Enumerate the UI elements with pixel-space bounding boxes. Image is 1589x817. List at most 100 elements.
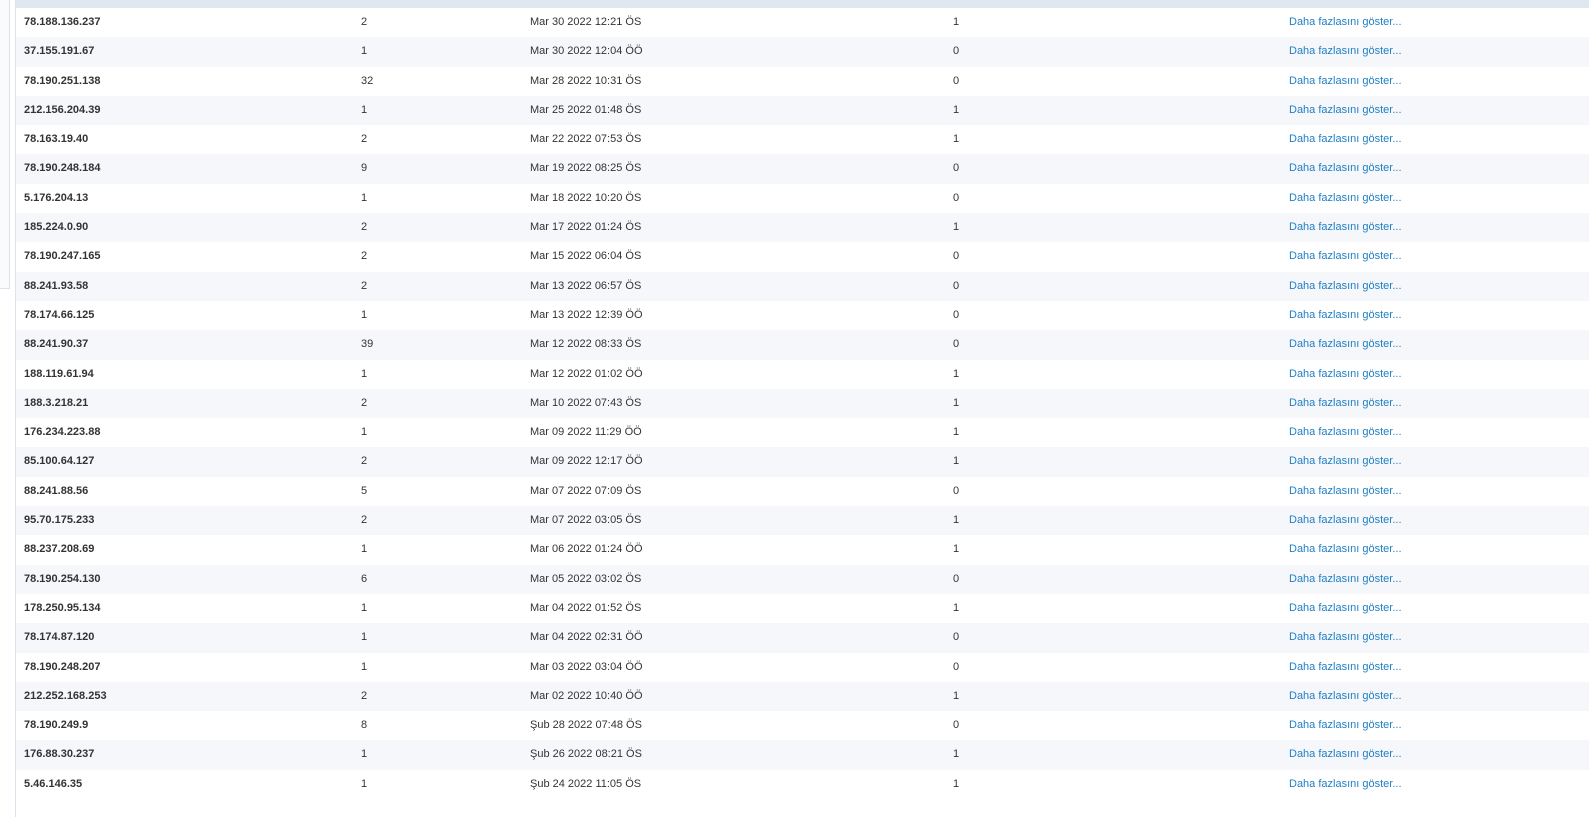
- visit-count-cell: 1: [361, 601, 368, 614]
- last-visit-date-cell: Mar 22 2022 07:53 ÖS: [530, 133, 642, 146]
- left-rail: [0, 0, 14, 817]
- visit-count-cell: 2: [361, 16, 368, 28]
- ip-address-cell: 176.88.30.237: [24, 748, 95, 761]
- ip-address-cell: 78.190.249.9: [24, 719, 89, 732]
- table-row: 78.163.19.40 2 Mar 22 2022 07:53 ÖS 1 Daha f…: [16, 125, 1589, 155]
- table-row: 95.70.175.233 2 Mar 07 2022 03:05 ÖS 1 Daha …: [16, 506, 1589, 536]
- table-row: 78.188.136.237 2 Mar 30 2022 12:21 ÖS 1 Daha…: [16, 8, 1589, 38]
- ip-address-cell: 85.100.64.127: [24, 455, 95, 468]
- status-flag-cell: 0: [953, 572, 960, 585]
- visit-count-cell: 1: [361, 308, 368, 321]
- ip-address-cell: 188.119.61.94: [24, 367, 94, 380]
- ip-address-cell: 78.163.19.40: [24, 133, 89, 146]
- visit-count-cell: 1: [361, 543, 368, 556]
- show-more-link[interactable]: Daha fazlasını göster...: [1289, 565, 1402, 594]
- last-visit-date-cell: Mar 12 2022 01:02 ÖÖ: [530, 367, 643, 380]
- show-more-link[interactable]: Daha fazlasını göster...: [1289, 330, 1402, 359]
- ip-address-cell: 78.190.248.207: [24, 660, 101, 673]
- last-visit-date-cell: Mar 30 2022 12:04 ÖÖ: [530, 45, 643, 58]
- visit-count-cell: 1: [361, 367, 368, 380]
- ip-address-cell: 5.46.146.35: [24, 777, 83, 790]
- show-more-link[interactable]: Daha fazlasını göster...: [1289, 653, 1402, 682]
- visit-count-cell: 1: [361, 777, 368, 790]
- ip-address-cell: 78.190.251.138: [24, 74, 101, 87]
- visit-count-cell: 2: [361, 250, 368, 263]
- show-more-link[interactable]: Daha fazlasını göster...: [1289, 213, 1402, 242]
- last-visit-date-cell: Mar 25 2022 01:48 ÖS: [530, 103, 642, 116]
- visit-count-cell: 6: [361, 572, 368, 585]
- status-flag-cell: 0: [953, 279, 960, 292]
- show-more-link[interactable]: Daha fazlasını göster...: [1289, 96, 1402, 125]
- last-visit-date-cell: Mar 19 2022 08:25 ÖS: [530, 162, 642, 175]
- last-visit-date-cell: Mar 04 2022 01:52 ÖS: [530, 601, 642, 614]
- table-row: 78.174.87.120 1 Mar 04 2022 02:31 ÖÖ 0 Daha …: [16, 623, 1589, 653]
- show-more-link[interactable]: Daha fazlasını göster...: [1289, 623, 1402, 652]
- visit-count-cell: 39: [361, 338, 374, 351]
- show-more-link[interactable]: Daha fazlasını göster...: [1289, 594, 1402, 623]
- show-more-link[interactable]: Daha fazlasını göster...: [1289, 770, 1402, 799]
- last-visit-date-cell: Mar 10 2022 07:43 ÖS: [530, 396, 642, 409]
- table-row: 78.190.251.138 32 Mar 28 2022 10:31 ÖS 0 Dah…: [16, 66, 1589, 96]
- show-more-link[interactable]: Daha fazlasını göster...: [1289, 67, 1402, 96]
- show-more-link[interactable]: Daha fazlasını göster...: [1289, 301, 1402, 330]
- status-flag-cell: 1: [953, 777, 960, 790]
- last-visit-date-cell: Mar 12 2022 08:33 ÖS: [530, 338, 642, 351]
- show-more-link[interactable]: Daha fazlasını göster...: [1289, 37, 1402, 66]
- table-row: 185.224.0.90 2 Mar 17 2022 01:24 ÖS 1 Daha f…: [16, 213, 1589, 243]
- visit-count-cell: 8: [361, 719, 368, 732]
- ip-address-cell: 212.252.168.253: [24, 689, 107, 702]
- status-flag-cell: 0: [953, 74, 960, 87]
- status-flag-cell: 1: [953, 455, 960, 468]
- show-more-link[interactable]: Daha fazlasını göster...: [1289, 154, 1402, 183]
- ip-address-cell: 88.241.88.56: [24, 484, 89, 497]
- ip-address-cell: 178.250.95.134: [24, 601, 101, 614]
- visit-count-cell: 1: [361, 660, 368, 673]
- show-more-link[interactable]: Daha fazlasını göster...: [1289, 8, 1402, 37]
- visit-count-cell: 1: [361, 103, 368, 116]
- visit-count-cell: 2: [361, 689, 368, 702]
- show-more-link[interactable]: Daha fazlasını göster...: [1289, 184, 1402, 213]
- last-visit-date-cell: Mar 09 2022 12:17 ÖÖ: [530, 455, 643, 468]
- table-row: 78.190.248.184 9 Mar 19 2022 08:25 ÖS 0 Daha…: [16, 154, 1589, 184]
- table-row: 88.241.93.58 2 Mar 13 2022 06:57 ÖS 0 Daha f…: [16, 271, 1589, 301]
- table-row: 5.46.146.35 1 Şub 24 2022 11:05 ÖS 1 Daha fa…: [16, 769, 1589, 800]
- table-row: 37.155.191.67 1 Mar 30 2022 12:04 ÖÖ 0 Daha …: [16, 37, 1589, 67]
- show-more-link[interactable]: Daha fazlasını göster...: [1289, 242, 1402, 271]
- status-flag-cell: 0: [953, 660, 960, 673]
- show-more-link[interactable]: Daha fazlasını göster...: [1289, 360, 1402, 389]
- status-flag-cell: 0: [953, 191, 960, 204]
- show-more-link[interactable]: Daha fazlasını göster...: [1289, 740, 1402, 769]
- status-flag-cell: 1: [953, 367, 960, 380]
- last-visit-date-cell: Mar 05 2022 03:02 ÖS: [530, 572, 642, 585]
- last-visit-date-cell: Mar 09 2022 11:29 ÖÖ: [530, 426, 642, 439]
- status-flag-cell: 0: [953, 484, 960, 497]
- show-more-link[interactable]: Daha fazlasını göster...: [1289, 389, 1402, 418]
- ip-address-cell: 78.174.66.125: [24, 308, 95, 321]
- table-row: 78.174.66.125 1 Mar 13 2022 12:39 ÖÖ 0 Daha …: [16, 300, 1589, 331]
- ip-log-table: 78.188.136.237 2 Mar 30 2022 12:21 ÖS 1 Daha…: [15, 0, 1589, 817]
- ip-address-cell: 78.190.248.184: [24, 162, 101, 175]
- visit-count-cell: 32: [361, 74, 374, 87]
- ip-address-cell: 37.155.191.67: [24, 45, 95, 58]
- show-more-link[interactable]: Daha fazlasını göster...: [1289, 535, 1402, 564]
- visit-count-cell: 9: [361, 162, 368, 175]
- show-more-link[interactable]: Daha fazlasını göster...: [1289, 506, 1402, 535]
- visit-count-cell: 2: [361, 279, 368, 292]
- last-visit-date-cell: Şub 26 2022 08:21 ÖS: [530, 748, 642, 761]
- visit-count-cell: 2: [361, 221, 368, 234]
- status-flag-cell: 1: [953, 426, 960, 439]
- ip-address-cell: 95.70.175.233: [24, 514, 95, 527]
- show-more-link[interactable]: Daha fazlasını göster...: [1289, 418, 1402, 447]
- status-flag-cell: 0: [953, 308, 960, 321]
- table-row: 78.190.249.9 8 Şub 28 2022 07:48 ÖS 0 Daha f…: [16, 711, 1589, 741]
- show-more-link[interactable]: Daha fazlasını göster...: [1289, 447, 1402, 476]
- show-more-link[interactable]: Daha fazlasını göster...: [1289, 125, 1402, 154]
- status-flag-cell: 1: [953, 514, 960, 527]
- visit-count-cell: 1: [361, 45, 368, 58]
- show-more-link[interactable]: Daha fazlasını göster...: [1289, 711, 1402, 740]
- status-flag-cell: 0: [953, 719, 960, 732]
- show-more-link[interactable]: Daha fazlasını göster...: [1289, 682, 1402, 711]
- show-more-link[interactable]: Daha fazlasını göster...: [1289, 477, 1402, 506]
- ip-address-cell: 88.237.208.69: [24, 543, 95, 556]
- show-more-link[interactable]: Daha fazlasını göster...: [1289, 272, 1402, 301]
